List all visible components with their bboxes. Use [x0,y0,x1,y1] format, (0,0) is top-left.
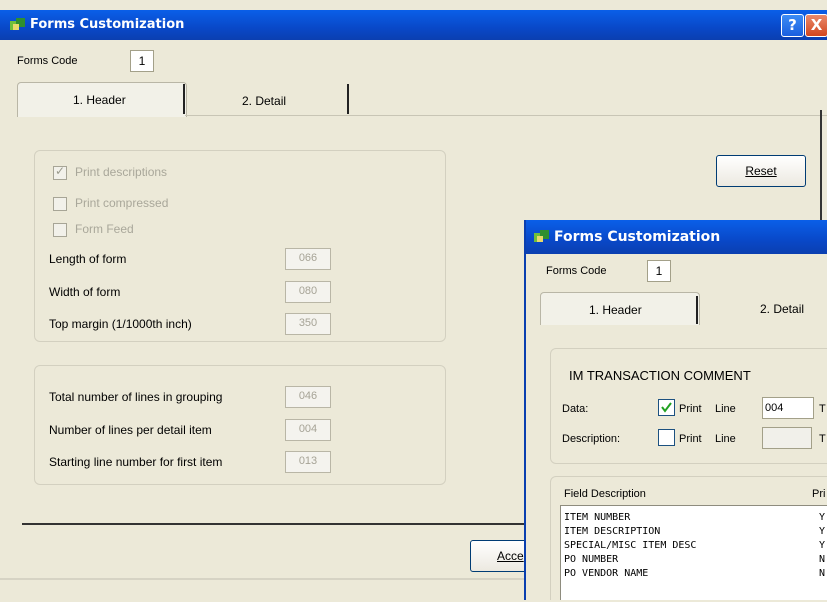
im-comment-title: IM TRANSACTION COMMENT [569,368,751,383]
total-lines-field[interactable]: 046 [285,386,331,408]
starting-line-field[interactable]: 013 [285,451,331,473]
top-margin-field[interactable]: 350 [285,313,331,335]
description-line-label: Line [715,433,736,445]
lines-per-item-field[interactable]: 004 [285,419,331,441]
table-row-print: N [819,554,826,565]
main-tab-strip: 1. Header 2. Detail [17,80,822,117]
form-feed-label: Form Feed [75,222,134,236]
detail-window-title: Forms Customization [554,229,721,245]
detail-window: Forms Customization Forms Code 1 1. Head… [524,220,827,600]
print-compressed-label: Print compressed [75,196,169,210]
data-print-checkbox[interactable] [658,399,675,416]
status-bar [0,578,540,602]
tab-panel-border [185,115,827,116]
tab-detail-label: 2. Detail [242,94,287,108]
forms-code-field[interactable]: 1 [130,50,154,72]
description-row-label: Description: [562,433,621,445]
tab-detail-divider [347,84,349,114]
data-row-trail: T [819,403,826,415]
tab-panel-right-edge [820,110,822,220]
table-row-field: PO NUMBER [564,554,619,565]
description-line-field[interactable] [762,427,812,449]
lines-per-item-label: Number of lines per detail item [49,423,212,437]
table-row-print: Y [819,512,826,523]
detail-forms-code-field[interactable]: 1 [647,260,671,282]
description-print-checkbox[interactable] [658,429,675,446]
data-line-label: Line [715,403,736,415]
data-print-label: Print [679,403,702,415]
table-row-print: Y [819,540,826,551]
accept-button-label: Acce [497,549,524,563]
print-descriptions-label: Print descriptions [75,165,168,179]
field-table[interactable]: ITEM NUMBER Y ITEM DESCRIPTION Y SPECIAL… [560,505,827,600]
tab-header-divider [183,84,185,114]
detail-forms-code-label: Forms Code [546,265,607,277]
table-row-field: SPECIAL/MISC ITEM DESC [564,540,697,551]
print-column-header: Pri [812,488,826,500]
length-of-form-label: Length of form [49,252,127,266]
top-margin-label: Top margin (1/1000th inch) [49,317,192,331]
print-compressed-checkbox[interactable] [53,197,67,211]
description-print-label: Print [679,433,702,445]
reset-button[interactable]: Reset [716,155,806,187]
tab-header-label: 1. Header [73,93,126,107]
table-row[interactable]: SPECIAL/MISC ITEM DESC Y [564,540,827,551]
length-of-form-field[interactable]: 066 [285,248,331,270]
tab-detail[interactable]: 2. Detail [187,84,347,116]
help-button[interactable]: ? [781,14,804,37]
table-row-field: PO VENDOR NAME [564,568,649,579]
bottom-separator [22,523,542,525]
print-descriptions-checkbox[interactable] [53,164,67,180]
table-row[interactable]: PO VENDOR NAME N [564,568,827,579]
data-row-label: Data: [562,403,589,415]
detail-tab-divider [696,296,698,324]
starting-line-label: Starting line number for first item [49,455,223,469]
table-row-field: ITEM NUMBER [564,512,631,523]
reset-button-label: Reset [745,164,777,178]
detail-tab-header[interactable]: 1. Header [540,292,700,325]
width-of-form-field[interactable]: 080 [285,281,331,303]
description-row-trail: T [819,433,826,445]
table-row[interactable]: ITEM NUMBER Y [564,512,827,523]
detail-app-icon [534,230,550,244]
detail-titlebar[interactable]: Forms Customization [526,220,827,254]
table-row-print: N [819,568,826,579]
total-lines-label: Total number of lines in grouping [49,390,223,404]
width-of-form-label: Width of form [49,285,121,299]
table-row-field: ITEM DESCRIPTION [564,526,661,537]
close-button[interactable]: X [805,14,827,37]
table-row-print: Y [819,526,826,537]
form-feed-checkbox[interactable] [53,223,67,237]
detail-tab-detail-label: 2. Detail [760,302,805,316]
tab-header[interactable]: 1. Header [17,82,187,117]
table-row[interactable]: ITEM DESCRIPTION Y [564,526,827,537]
forms-app-icon [10,18,26,32]
detail-tab-detail[interactable]: 2. Detail [702,294,827,326]
table-row[interactable]: PO NUMBER N [564,554,827,565]
data-line-field[interactable]: 004 [762,397,814,419]
field-description-header: Field Description [564,488,646,500]
main-titlebar[interactable]: Forms Customization ? X [0,10,827,40]
forms-code-label: Forms Code [17,55,78,67]
detail-tab-header-label: 1. Header [589,303,642,317]
main-window-title: Forms Customization [30,17,185,32]
